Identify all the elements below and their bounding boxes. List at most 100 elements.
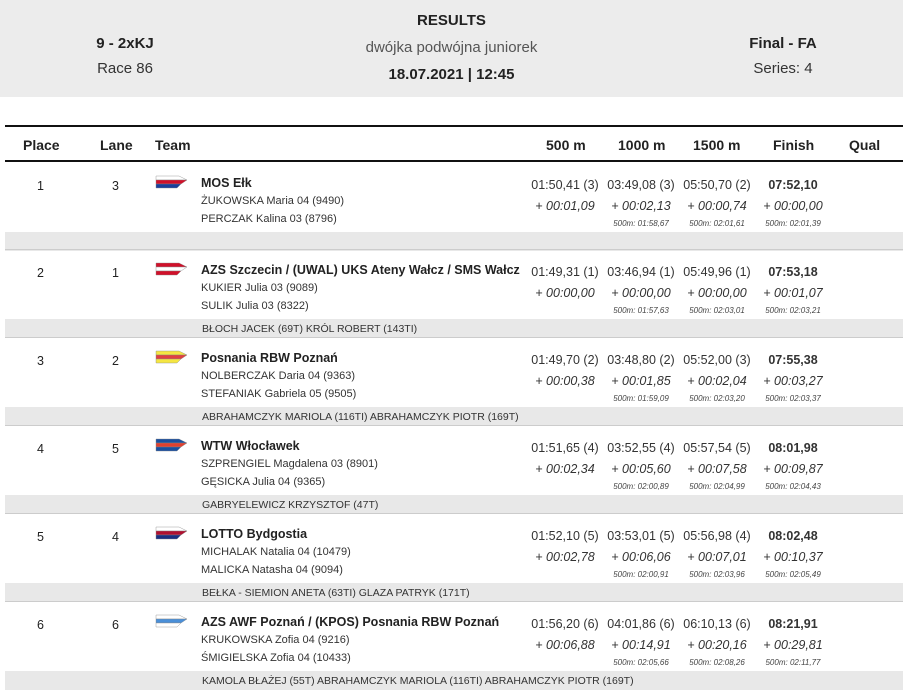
split-time-1000m: 03:49,08 (3)	[607, 178, 675, 192]
split-pace-finish: 500m: 02:04,43	[765, 482, 821, 491]
team-name: AZS Szczecin / (UWAL) UKS Ateny Wałcz / …	[201, 263, 520, 277]
table-row: 1 3 MOS Ełk ŻUKOWSKA Maria 04 (9490) PERCZAK…	[5, 163, 903, 251]
column-team: Team	[155, 137, 191, 153]
lane-value: 2	[112, 354, 119, 368]
column-1500m: 1500 m	[693, 137, 741, 153]
split-diff-finish: + 00:01,07	[763, 286, 823, 300]
split-time-finish: 08:02,48	[768, 529, 818, 543]
coach-names: KAMOLA BŁAŻEJ (55T) ABRAHAMCZYK MARIOLA …	[202, 675, 634, 687]
split-pace-finish: 500m: 02:03,37	[765, 394, 821, 403]
split-pace-1000m: 500m: 01:59,09	[613, 394, 669, 403]
split-pace-1000m: 500m: 01:58,67	[613, 219, 669, 228]
place-value: 2	[37, 266, 44, 280]
row-divider	[5, 513, 903, 514]
coach-bar: GABRYELEWICZ KRZYSZTOF (47T)	[5, 495, 903, 514]
split-time-500m: 01:52,10 (5)	[531, 529, 599, 543]
split-diff-1000m: + 00:00,00	[611, 286, 671, 300]
split-time-1000m: 03:46,94 (1)	[607, 265, 675, 279]
split-diff-1000m: + 00:02,13	[611, 199, 671, 213]
split-diff-finish: + 00:09,87	[763, 462, 823, 476]
split-pace-1500m: 500m: 02:01,61	[689, 219, 745, 228]
split-pace-1500m: 500m: 02:04,99	[689, 482, 745, 491]
crew-member: KUKIER Julia 03 (9089)	[201, 282, 318, 294]
split-diff-finish: + 00:29,81	[763, 638, 823, 652]
split-time-1500m: 05:52,00 (3)	[683, 353, 751, 367]
split-diff-finish: + 00:03,27	[763, 374, 823, 388]
flag-wtw-icon	[155, 438, 188, 452]
team-name: MOS Ełk	[201, 176, 252, 190]
split-diff-1000m: + 00:05,60	[611, 462, 671, 476]
split-pace-1000m: 500m: 01:57,63	[613, 306, 669, 315]
coach-bar: ABRAHAMCZYK MARIOLA (116TI) ABRAHAMCZYK …	[5, 407, 903, 426]
column-500m: 500 m	[546, 137, 586, 153]
lane-value: 4	[112, 530, 119, 544]
crew-member: SZPRENGIEL Magdalena 03 (8901)	[201, 458, 378, 470]
place-value: 4	[37, 442, 44, 456]
split-time-1500m: 05:57,54 (5)	[683, 441, 751, 455]
split-pace-1500m: 500m: 02:03,20	[689, 394, 745, 403]
crew-member: MALICKA Natasha 04 (9094)	[201, 564, 343, 576]
team-name: Posnania RBW Poznań	[201, 351, 338, 365]
crew-member: PERCZAK Kalina 03 (8796)	[201, 213, 337, 225]
coach-names: BEŁKA - SIEMION ANETA (63TI) GLAZA PATRY…	[202, 587, 470, 599]
table-row: 6 6 AZS AWF Poznań / (KPOS) Posnania RBW P…	[5, 601, 903, 690]
coach-names: BŁOCH JACEK (69T) KRÓL ROBERT (143TI)	[202, 323, 418, 335]
place-value: 3	[37, 354, 44, 368]
row-divider	[5, 249, 903, 250]
split-diff-1500m: + 00:00,74	[687, 199, 747, 213]
split-time-1500m: 05:50,70 (2)	[683, 178, 751, 192]
split-time-500m: 01:49,70 (2)	[531, 353, 599, 367]
split-diff-500m: + 00:00,00	[535, 286, 595, 300]
lane-value: 5	[112, 442, 119, 456]
crew-member: STEFANIAK Gabriela 05 (9505)	[201, 388, 357, 400]
split-pace-1000m: 500m: 02:05,66	[613, 658, 669, 667]
split-time-finish: 08:01,98	[768, 441, 818, 455]
split-diff-1500m: + 00:20,16	[687, 638, 747, 652]
split-time-1500m: 05:56,98 (4)	[683, 529, 751, 543]
coach-bar: BEŁKA - SIEMION ANETA (63TI) GLAZA PATRY…	[5, 583, 903, 602]
split-diff-500m: + 00:01,09	[535, 199, 595, 213]
race-phase: Final - FA	[749, 35, 817, 52]
split-diff-finish: + 00:10,37	[763, 550, 823, 564]
split-time-finish: 07:53,18	[768, 265, 818, 279]
split-diff-finish: + 00:00,00	[763, 199, 823, 213]
split-time-500m: 01:50,41 (3)	[531, 178, 599, 192]
coach-names: ABRAHAMCZYK MARIOLA (116TI) ABRAHAMCZYK …	[202, 411, 519, 423]
crew-member: ŻUKOWSKA Maria 04 (9490)	[201, 195, 345, 207]
split-pace-finish: 500m: 02:11,77	[765, 658, 821, 667]
crew-member: GĘSICKA Julia 04 (9365)	[201, 476, 326, 488]
split-time-finish: 07:52,10	[768, 178, 818, 192]
split-diff-500m: + 00:00,38	[535, 374, 595, 388]
column-finish: Finish	[773, 137, 815, 153]
column-place: Place	[23, 137, 60, 153]
split-diff-1000m: + 00:14,91	[611, 638, 671, 652]
split-diff-1000m: + 00:01,85	[611, 374, 671, 388]
lane-value: 1	[112, 266, 119, 280]
page-title: RESULTS	[417, 12, 486, 29]
split-diff-1500m: + 00:00,00	[687, 286, 747, 300]
place-value: 5	[37, 530, 44, 544]
split-time-1000m: 04:01,86 (6)	[607, 617, 675, 631]
split-time-finish: 07:55,38	[768, 353, 818, 367]
split-time-1000m: 03:52,55 (4)	[607, 441, 675, 455]
crew-member: NOLBERCZAK Daria 04 (9363)	[201, 370, 356, 382]
split-pace-finish: 500m: 02:01,39	[765, 219, 821, 228]
split-pace-finish: 500m: 02:05,49	[765, 570, 821, 579]
split-diff-1500m: + 00:07,01	[687, 550, 747, 564]
split-time-1000m: 03:53,01 (5)	[607, 529, 675, 543]
split-pace-1500m: 500m: 02:03,01	[689, 306, 745, 315]
split-time-1500m: 05:49,96 (1)	[683, 265, 751, 279]
table-header: Place Lane Team 500 m 1000 m 1500 m Fini…	[5, 125, 903, 162]
split-diff-1500m: + 00:07,58	[687, 462, 747, 476]
table-row: 3 2 Posnania RBW Poznań NOLBERCZAK Daria 04…	[5, 337, 903, 426]
flag-azs-awf-icon	[155, 614, 188, 628]
split-time-finish: 08:21,91	[768, 617, 818, 631]
crew-member: MICHALAK Natalia 04 (10479)	[201, 546, 351, 558]
place-value: 6	[37, 618, 44, 632]
lane-value: 6	[112, 618, 119, 632]
crew-member: ŚMIGIELSKA Zofia 04 (10433)	[201, 652, 351, 664]
split-diff-1500m: + 00:02,04	[687, 374, 747, 388]
split-time-500m: 01:56,20 (6)	[531, 617, 599, 631]
row-divider	[5, 425, 903, 426]
split-pace-1500m: 500m: 02:08,26	[689, 658, 745, 667]
